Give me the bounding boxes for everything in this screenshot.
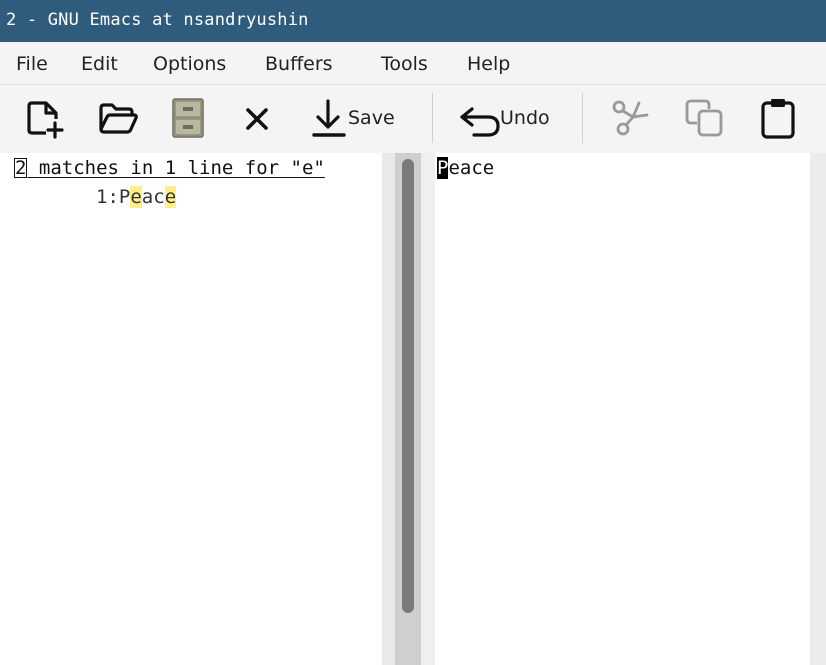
save-label: Save [348,107,395,129]
undo-button[interactable]: Undo [458,95,550,141]
occur-header[interactable]: 2 matches in 1 line for "e" [14,157,380,179]
scrollbar-thumb[interactable] [402,159,414,613]
tool-bar: Save Undo [0,85,826,153]
copy-button[interactable] [683,95,727,141]
window-divider[interactable] [382,153,395,665]
text-cursor: P [437,157,449,179]
toolbar-separator [432,93,433,143]
copy-icon [683,95,727,141]
match-text: P [118,186,131,208]
cut-button[interactable] [607,95,651,141]
menu-edit[interactable]: Edit [81,53,118,75]
cut-scissors-icon [607,95,651,141]
toolbar-separator [582,93,583,143]
line-number: 1: [96,186,119,208]
save-button[interactable]: Save [310,95,395,141]
window-title: 2 - GNU Emacs at nsandryushin [6,10,309,30]
occur-window[interactable]: 2 matches in 1 line for "e" 1:Peace [0,153,382,665]
match-highlight: e [130,186,142,208]
title-bar: 2 - GNU Emacs at nsandryushin [0,0,826,42]
paste-clipboard-icon [757,95,801,141]
source-window[interactable]: Peace [435,153,810,665]
right-fringe [810,153,826,665]
buffer-line: eace [448,157,495,179]
menu-help[interactable]: Help [467,53,510,75]
undo-label: Undo [500,107,550,129]
fringe [421,153,435,665]
menu-file[interactable]: File [16,53,48,75]
save-file-cabinet-icon [171,95,205,141]
menu-tools[interactable]: Tools [381,53,428,75]
open-folder-icon [96,95,140,141]
open-file-button[interactable] [96,95,140,141]
undo-arrow-icon [458,95,502,141]
occur-header-text: matches in 1 line for "e" [27,157,325,179]
buffer-text[interactable]: Peace [437,157,494,179]
occur-match-line[interactable]: 1:Peace [96,186,177,208]
match-highlight: e [164,186,177,208]
close-buffer-button[interactable] [242,95,272,141]
save-download-icon [310,95,348,141]
menu-buffers[interactable]: Buffers [265,53,333,75]
new-file-button[interactable] [24,95,68,141]
paste-button[interactable] [757,95,801,141]
new-file-icon [24,95,68,141]
menu-options[interactable]: Options [153,53,226,75]
menu-bar: File Edit Options Buffers Tools Help [0,42,826,85]
close-x-icon [242,95,272,141]
save-cabinet-button[interactable] [171,95,205,141]
occur-cursor: 2 [14,157,28,179]
editor-area: 2 matches in 1 line for "e" 1:Peace → Pe… [0,153,826,665]
match-text: ac [141,186,165,208]
